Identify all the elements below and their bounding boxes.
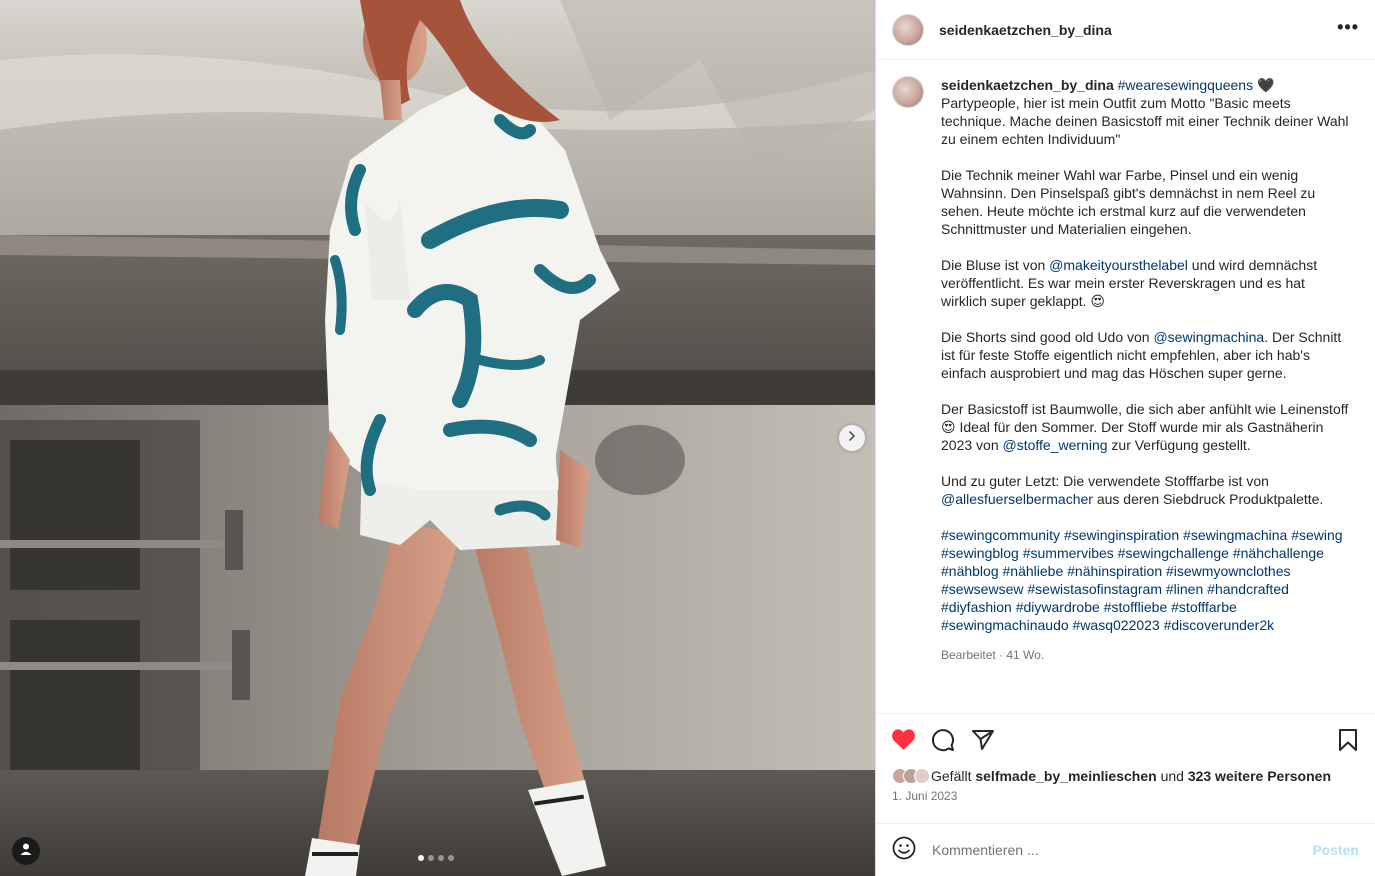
tagged-users-button[interactable] (12, 837, 40, 865)
next-slide-button[interactable] (839, 425, 865, 451)
hashtag-link[interactable]: #summervibes (1023, 545, 1114, 561)
likes-summary: Gefällt selfmade_by_meinlieschen und 323… (876, 765, 1375, 787)
caption-area: seidenkaetzchen_by_dina #wearesewingquee… (876, 60, 1375, 713)
hashtag-link[interactable]: #sewingblog (941, 545, 1019, 561)
caption-text: Partypeople, hier ist mein Outfit zum Mo… (941, 95, 1349, 147)
hashtag-link[interactable]: #wearesewingqueens (1118, 77, 1253, 93)
hashtag-link[interactable]: #diyfashion (941, 599, 1012, 615)
carousel-dot (418, 855, 424, 861)
mention-link[interactable]: @stoffe_werning (1003, 437, 1108, 453)
hashtag-link[interactable]: #sewsewsew (941, 581, 1023, 597)
liker-avatars[interactable] (892, 768, 930, 784)
hashtag-link[interactable]: #sewinginspiration (1064, 527, 1179, 543)
carousel-dot (428, 855, 434, 861)
caption-username[interactable]: seidenkaetzchen_by_dina (941, 77, 1114, 93)
bookmark-icon[interactable] (1335, 727, 1361, 753)
hashtag-link[interactable]: #isewmyownclothes (1166, 563, 1291, 579)
avatar (914, 768, 930, 784)
post-date[interactable]: 1. Juni 2023 (876, 787, 1375, 811)
caption-text: Die Bluse ist von (941, 257, 1046, 273)
mention-link[interactable]: @allesfuerselbermacher (941, 491, 1093, 507)
more-horizontal-icon[interactable]: ••• (1337, 18, 1359, 42)
carousel-dot (438, 855, 444, 861)
post-meta: Bearbeitet · 41 Wo. (941, 648, 1045, 662)
smiley-icon[interactable] (892, 836, 916, 865)
heart-filled-icon[interactable] (890, 727, 916, 753)
hashtag-link[interactable]: #stoffliebe (1104, 599, 1168, 615)
hashtag-link[interactable]: #stofffarbe (1171, 599, 1237, 615)
caption-text: zur Verfügung gestellt. (1111, 437, 1251, 453)
hashtag-link[interactable]: #sewingmachinaudo (941, 617, 1069, 633)
hashtag-link[interactable]: #linen (1166, 581, 1203, 597)
hashtag-link[interactable]: #sewing (1291, 527, 1342, 543)
carousel-dot (448, 855, 454, 861)
caption-text: Die Technik meiner Wahl war Farbe, Pinse… (941, 167, 1316, 237)
hashtag-link[interactable]: #sewingchallenge (1118, 545, 1229, 561)
send-icon[interactable] (970, 727, 996, 753)
mention-link[interactable]: @sewingmachina (1153, 329, 1264, 345)
avatar[interactable] (892, 13, 924, 46)
hashtag-link[interactable]: #sewistasofinstagram (1027, 581, 1162, 597)
hashtag-link[interactable]: #sewingmachina (1183, 527, 1287, 543)
likes-middle: und (1160, 768, 1184, 784)
post-media[interactable] (0, 0, 875, 876)
carousel-indicator (418, 855, 454, 861)
caption-text: Und zu guter Letzt: Die verwendete Stoff… (941, 473, 1269, 489)
user-tag-icon (19, 842, 33, 861)
post-photo (0, 0, 875, 876)
mention-link[interactable]: @makeityoursthelabel (1049, 257, 1188, 273)
post-comment-button[interactable]: Posten (1312, 842, 1359, 858)
comment-bar: Posten (876, 823, 1375, 876)
post-side-panel: seidenkaetzchen_by_dina ••• seidenkaetzc… (875, 0, 1375, 876)
hashtag-list: #sewingcommunity #sewinginspiration #sew… (941, 526, 1351, 634)
likes-prefix: Gefällt (931, 768, 972, 784)
chevron-right-icon (846, 429, 858, 447)
action-bar (876, 713, 1375, 765)
liker-username[interactable]: selfmade_by_meinlieschen (975, 768, 1156, 784)
post-header: seidenkaetzchen_by_dina ••• (876, 0, 1375, 60)
hashtag-link[interactable]: #nähliebe (1003, 563, 1064, 579)
hashtag-link[interactable]: #wasq022023 (1073, 617, 1160, 633)
hashtag-link[interactable]: #handcrafted (1207, 581, 1289, 597)
hashtag-link[interactable]: #nähinspiration (1067, 563, 1162, 579)
caption-emoji: 🖤 (1256, 77, 1275, 93)
hashtag-link[interactable]: #diywardrobe (1016, 599, 1100, 615)
hashtag-link[interactable]: #nähchallenge (1233, 545, 1324, 561)
comment-icon[interactable] (930, 727, 956, 753)
instagram-post: seidenkaetzchen_by_dina ••• seidenkaetzc… (0, 0, 1375, 876)
caption-text: aus deren Siebdruck Produktpalette. (1096, 491, 1324, 507)
caption: seidenkaetzchen_by_dina #wearesewingquee… (941, 76, 1351, 713)
comment-input[interactable] (930, 841, 1313, 859)
hashtag-link[interactable]: #sewingcommunity (941, 527, 1060, 543)
likes-count[interactable]: 323 weitere Personen (1188, 768, 1331, 784)
header-username[interactable]: seidenkaetzchen_by_dina (939, 22, 1112, 38)
hashtag-link[interactable]: #nähblog (941, 563, 999, 579)
caption-text: Die Shorts sind good old Udo von (941, 329, 1150, 345)
caption-avatar[interactable] (892, 76, 924, 108)
hashtag-link[interactable]: #discoverunder2k (1164, 617, 1275, 633)
